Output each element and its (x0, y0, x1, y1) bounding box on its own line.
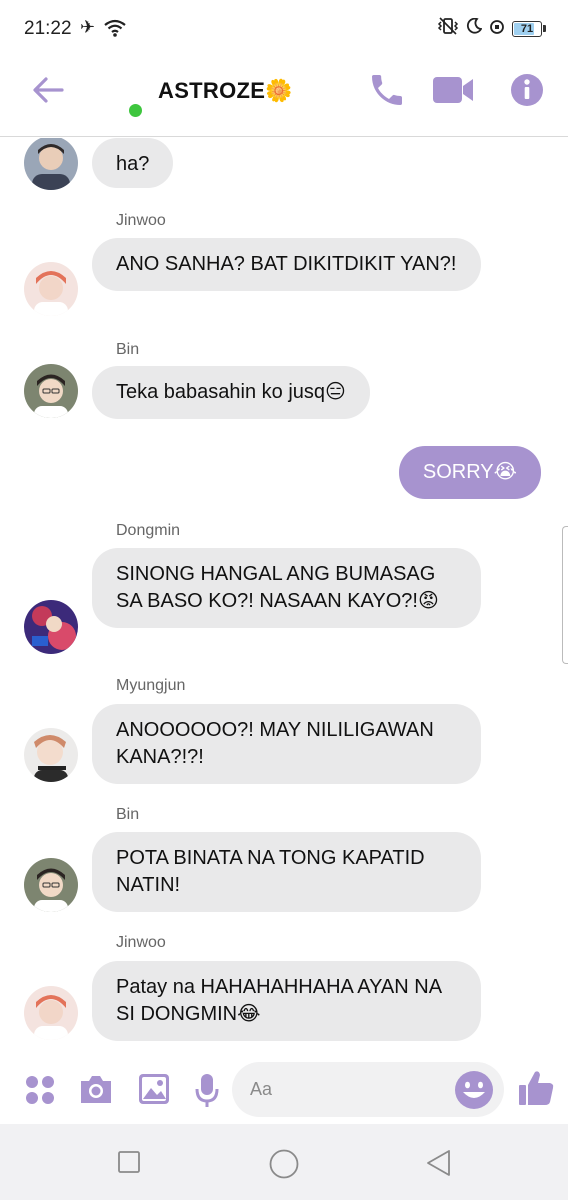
message-bubble[interactable]: Patay na HAHAHAHHAHA AYAN NA SI DONGMIN😂 (92, 961, 481, 1041)
sender-name: Bin (116, 341, 140, 358)
avatar[interactable] (24, 364, 78, 418)
sender-name: Bin (116, 806, 140, 823)
emoji-icon[interactable] (454, 1070, 494, 1115)
info-icon[interactable] (509, 72, 545, 113)
alarm-icon (489, 18, 505, 39)
avatar[interactable] (24, 728, 78, 782)
message-input-placeholder: Aa (250, 1079, 273, 1099)
message-bubble[interactable]: POTA BINATA NA TONG KAPATID NATIN! (92, 832, 481, 912)
sender-name: Dongmin (116, 522, 181, 539)
message-text: SINONG HANGAL ANG BUMASAG SA BASO KO?! N… (116, 563, 439, 612)
message-list[interactable]: ha? Jinwoo ANO SANHA? BAT DIKITDIKIT YAN… (0, 138, 568, 1056)
message-bubble[interactable]: ANO SANHA? BAT DIKITDIKIT YAN?! (92, 238, 481, 291)
message-text: POTA BINATA NA TONG KAPATID NATIN! (116, 847, 425, 896)
apps-grid-icon[interactable] (24, 1074, 56, 1111)
recent-apps-icon[interactable] (117, 1150, 141, 1179)
message-input[interactable]: Aa (232, 1062, 504, 1117)
chat-header: ASTROZE🌼 (0, 58, 568, 137)
sender-name: Myungjun (116, 677, 186, 694)
video-camera-icon[interactable] (432, 74, 474, 111)
airplane-mode-icon: ✈ (80, 17, 96, 37)
message-bubble-outgoing[interactable]: SORRY😭 (398, 446, 541, 499)
vibrate-icon (437, 17, 459, 40)
message-text: ANOOOOOO?! MAY NILILIGAWAN KANA?!?! (116, 719, 434, 768)
status-time: 21:22 (24, 18, 72, 39)
system-nav-bar (0, 1124, 568, 1200)
microphone-icon[interactable] (194, 1072, 220, 1113)
avatar[interactable] (24, 986, 78, 1040)
phone-icon[interactable] (367, 70, 407, 115)
message-bubble[interactable]: SINONG HANGAL ANG BUMASAG SA BASO KO?! N… (92, 548, 481, 628)
avatar[interactable] (24, 138, 78, 190)
battery-level: 71 (520, 22, 534, 35)
composer-bar: Aa (0, 1056, 568, 1124)
message-text: Teka babasahin ko jusq😑 (116, 381, 346, 403)
message-text: ha? (116, 153, 150, 175)
message-text: ANO SANHA? BAT DIKITDIKIT YAN?! (116, 253, 457, 275)
home-icon[interactable] (268, 1148, 300, 1185)
back-nav-icon[interactable] (425, 1148, 453, 1183)
sender-name: Jinwoo (116, 934, 166, 951)
chat-title[interactable]: ASTROZE🌼 (158, 78, 293, 104)
camera-icon[interactable] (78, 1072, 114, 1111)
message-text: Patay na HAHAHAHHAHA AYAN NA SI DONGMIN😂 (116, 976, 441, 1025)
moon-icon (466, 17, 483, 39)
status-bar: 21:22 ✈ 71 (0, 0, 568, 58)
battery-icon: 71 (512, 20, 546, 37)
message-bubble[interactable]: ANOOOOOO?! MAY NILILIGAWAN KANA?!?! (92, 704, 481, 784)
back-arrow-icon[interactable] (30, 72, 66, 113)
message-text: SORRY😭 (422, 461, 517, 483)
online-indicator (127, 102, 144, 119)
gallery-icon[interactable] (137, 1072, 171, 1111)
thumbs-up-icon[interactable] (516, 1068, 556, 1113)
avatar[interactable] (24, 600, 78, 654)
wifi-icon (103, 18, 127, 43)
avatar[interactable] (24, 858, 78, 912)
scroll-indicator[interactable] (562, 526, 568, 664)
sender-name: Jinwoo (116, 212, 166, 229)
message-bubble[interactable]: Teka babasahin ko jusq😑 (92, 366, 370, 419)
message-bubble[interactable]: ha? (92, 138, 174, 188)
avatar[interactable] (24, 262, 78, 316)
